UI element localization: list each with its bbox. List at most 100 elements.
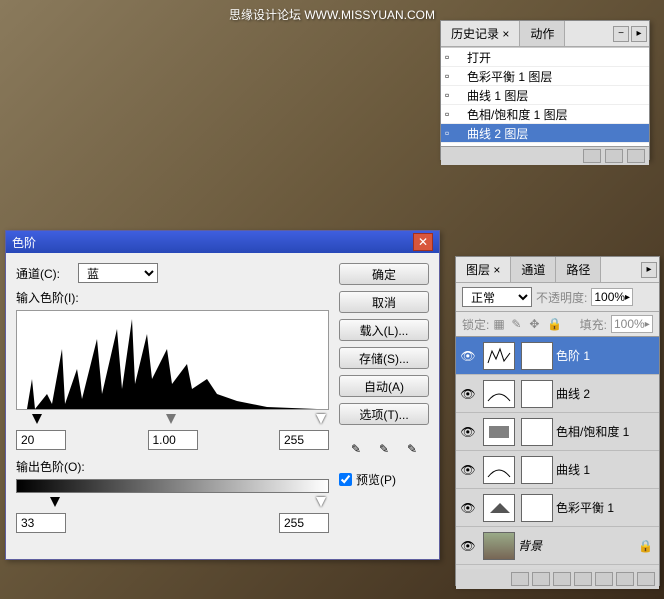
page-icon: ▫ <box>445 126 461 140</box>
tab-history[interactable]: 历史记录 × <box>441 21 520 46</box>
link-button[interactable] <box>511 572 529 586</box>
output-slider[interactable] <box>16 497 329 507</box>
ok-button[interactable]: 确定 <box>339 263 429 285</box>
history-item[interactable]: ▫打开 <box>441 48 649 67</box>
layer-row[interactable]: 👁色阶 1 <box>456 337 659 375</box>
adjustment-button[interactable] <box>574 572 592 586</box>
shadow-input[interactable] <box>16 430 66 450</box>
preview-checkbox[interactable]: 预览(P) <box>339 471 429 488</box>
visibility-icon[interactable]: 👁 <box>456 425 480 439</box>
layer-row[interactable]: 👁色相/饱和度 1 <box>456 413 659 451</box>
levels-titlebar[interactable]: 色阶 ✕ <box>6 231 439 253</box>
opacity-label: 不透明度: <box>536 289 587 306</box>
highlight-input[interactable] <box>279 430 329 450</box>
midtone-slider[interactable] <box>166 414 176 424</box>
history-panel: 历史记录 × 动作 − ▸ ▫打开 ▫色彩平衡 1 图层 ▫曲线 1 图层 ▫色… <box>440 20 650 160</box>
blend-mode-select[interactable]: 正常 <box>462 287 532 307</box>
eyedroppers: ✎ ✎ ✎ <box>339 439 429 459</box>
adjustment-thumb[interactable] <box>483 342 515 370</box>
levels-dialog: 色阶 ✕ 通道(C): 蓝 输入色阶(I): <box>5 230 440 560</box>
new-state-button[interactable] <box>605 149 623 163</box>
channel-select[interactable]: 蓝 <box>78 263 158 283</box>
mask-thumb[interactable] <box>521 494 553 522</box>
highlight-slider[interactable] <box>316 414 326 424</box>
menu-button[interactable]: ▸ <box>641 262 657 278</box>
visibility-icon[interactable]: 👁 <box>456 349 480 363</box>
lock-move-icon[interactable]: ✥ <box>529 317 543 331</box>
trash-button[interactable] <box>627 149 645 163</box>
visibility-icon[interactable]: 👁 <box>456 501 480 515</box>
page-icon: ▫ <box>445 50 461 64</box>
history-footer <box>441 147 649 165</box>
black-eyedropper-icon[interactable]: ✎ <box>346 439 366 459</box>
layer-row[interactable]: 👁色彩平衡 1 <box>456 489 659 527</box>
input-levels-label: 输入色阶(I): <box>16 289 329 306</box>
tab-channels[interactable]: 通道 <box>511 257 556 282</box>
layer-row[interactable]: 👁曲线 1 <box>456 451 659 489</box>
channel-label: 通道(C): <box>16 265 72 282</box>
mask-button[interactable] <box>553 572 571 586</box>
close-button[interactable]: ✕ <box>413 233 433 251</box>
layers-list: 👁色阶 1 👁曲线 2 👁色相/饱和度 1 👁曲线 1 👁色彩平衡 1 👁背景🔒 <box>456 337 659 569</box>
layer-lock-row: 锁定: ▦ ✎ ✥ 🔒 填充: 100%▸ <box>456 312 659 337</box>
visibility-icon[interactable]: 👁 <box>456 387 480 401</box>
visibility-icon[interactable]: 👁 <box>456 463 480 477</box>
history-item[interactable]: ▫色彩平衡 1 图层 <box>441 67 649 86</box>
white-eyedropper-icon[interactable]: ✎ <box>402 439 422 459</box>
save-button[interactable]: 存储(S)... <box>339 347 429 369</box>
opacity-input[interactable]: 100%▸ <box>591 288 633 306</box>
shadow-slider[interactable] <box>32 414 42 424</box>
layer-row[interactable]: 👁背景🔒 <box>456 527 659 565</box>
visibility-icon[interactable]: 👁 <box>456 539 480 553</box>
tab-layers[interactable]: 图层 × <box>456 257 511 282</box>
snapshot-button[interactable] <box>583 149 601 163</box>
tab-paths[interactable]: 路径 <box>556 257 601 282</box>
page-icon: ▫ <box>445 88 461 102</box>
output-hi-input[interactable] <box>279 513 329 533</box>
mask-thumb[interactable] <box>521 418 553 446</box>
layers-panel: 图层 × 通道 路径 ▸ 正常 不透明度: 100%▸ 锁定: ▦ ✎ ✥ 🔒 … <box>455 256 660 586</box>
lock-transparency-icon[interactable]: ▦ <box>493 317 507 331</box>
page-icon: ▫ <box>445 69 461 83</box>
output-lo-slider[interactable] <box>50 497 60 507</box>
adjustment-thumb[interactable] <box>483 380 515 408</box>
tab-actions[interactable]: 动作 <box>520 21 565 46</box>
history-item[interactable]: ▫曲线 1 图层 <box>441 86 649 105</box>
adjustment-thumb[interactable] <box>483 456 515 484</box>
output-lo-input[interactable] <box>16 513 66 533</box>
adjustment-thumb[interactable] <box>483 418 515 446</box>
history-item[interactable]: ▷▫曲线 2 图层 <box>441 124 649 143</box>
menu-button[interactable]: ▸ <box>631 26 647 42</box>
layers-footer <box>456 569 659 589</box>
options-button[interactable]: 选项(T)... <box>339 403 429 425</box>
group-button[interactable] <box>595 572 613 586</box>
layer-options: 正常 不透明度: 100%▸ <box>456 283 659 312</box>
output-levels-label: 输出色阶(O): <box>16 458 329 475</box>
auto-button[interactable]: 自动(A) <box>339 375 429 397</box>
output-hi-slider[interactable] <box>316 497 326 507</box>
load-button[interactable]: 载入(L)... <box>339 319 429 341</box>
lock-paint-icon[interactable]: ✎ <box>511 317 525 331</box>
mask-thumb[interactable] <box>521 456 553 484</box>
midtone-input[interactable] <box>148 430 198 450</box>
gray-eyedropper-icon[interactable]: ✎ <box>374 439 394 459</box>
new-layer-button[interactable] <box>616 572 634 586</box>
fill-input[interactable]: 100%▸ <box>611 315 653 333</box>
cancel-button[interactable]: 取消 <box>339 291 429 313</box>
fx-button[interactable] <box>532 572 550 586</box>
mask-thumb[interactable] <box>521 342 553 370</box>
adjustment-thumb[interactable] <box>483 494 515 522</box>
lock-all-icon[interactable]: 🔒 <box>547 317 561 331</box>
input-slider[interactable] <box>16 414 329 424</box>
history-list: ▫打开 ▫色彩平衡 1 图层 ▫曲线 1 图层 ▫色相/饱和度 1 图层 ▷▫曲… <box>441 47 649 147</box>
trash-button[interactable] <box>637 572 655 586</box>
levels-title: 色阶 <box>12 234 36 251</box>
layer-row[interactable]: 👁曲线 2 <box>456 375 659 413</box>
minimize-button[interactable]: − <box>613 26 629 42</box>
page-icon: ▫ <box>445 107 461 121</box>
image-thumb[interactable] <box>483 532 515 560</box>
mask-thumb[interactable] <box>521 380 553 408</box>
history-item[interactable]: ▫色相/饱和度 1 图层 <box>441 105 649 124</box>
watermark-text: 思缘设计论坛 WWW.MISSYUAN.COM <box>229 6 435 23</box>
histogram <box>16 310 329 410</box>
